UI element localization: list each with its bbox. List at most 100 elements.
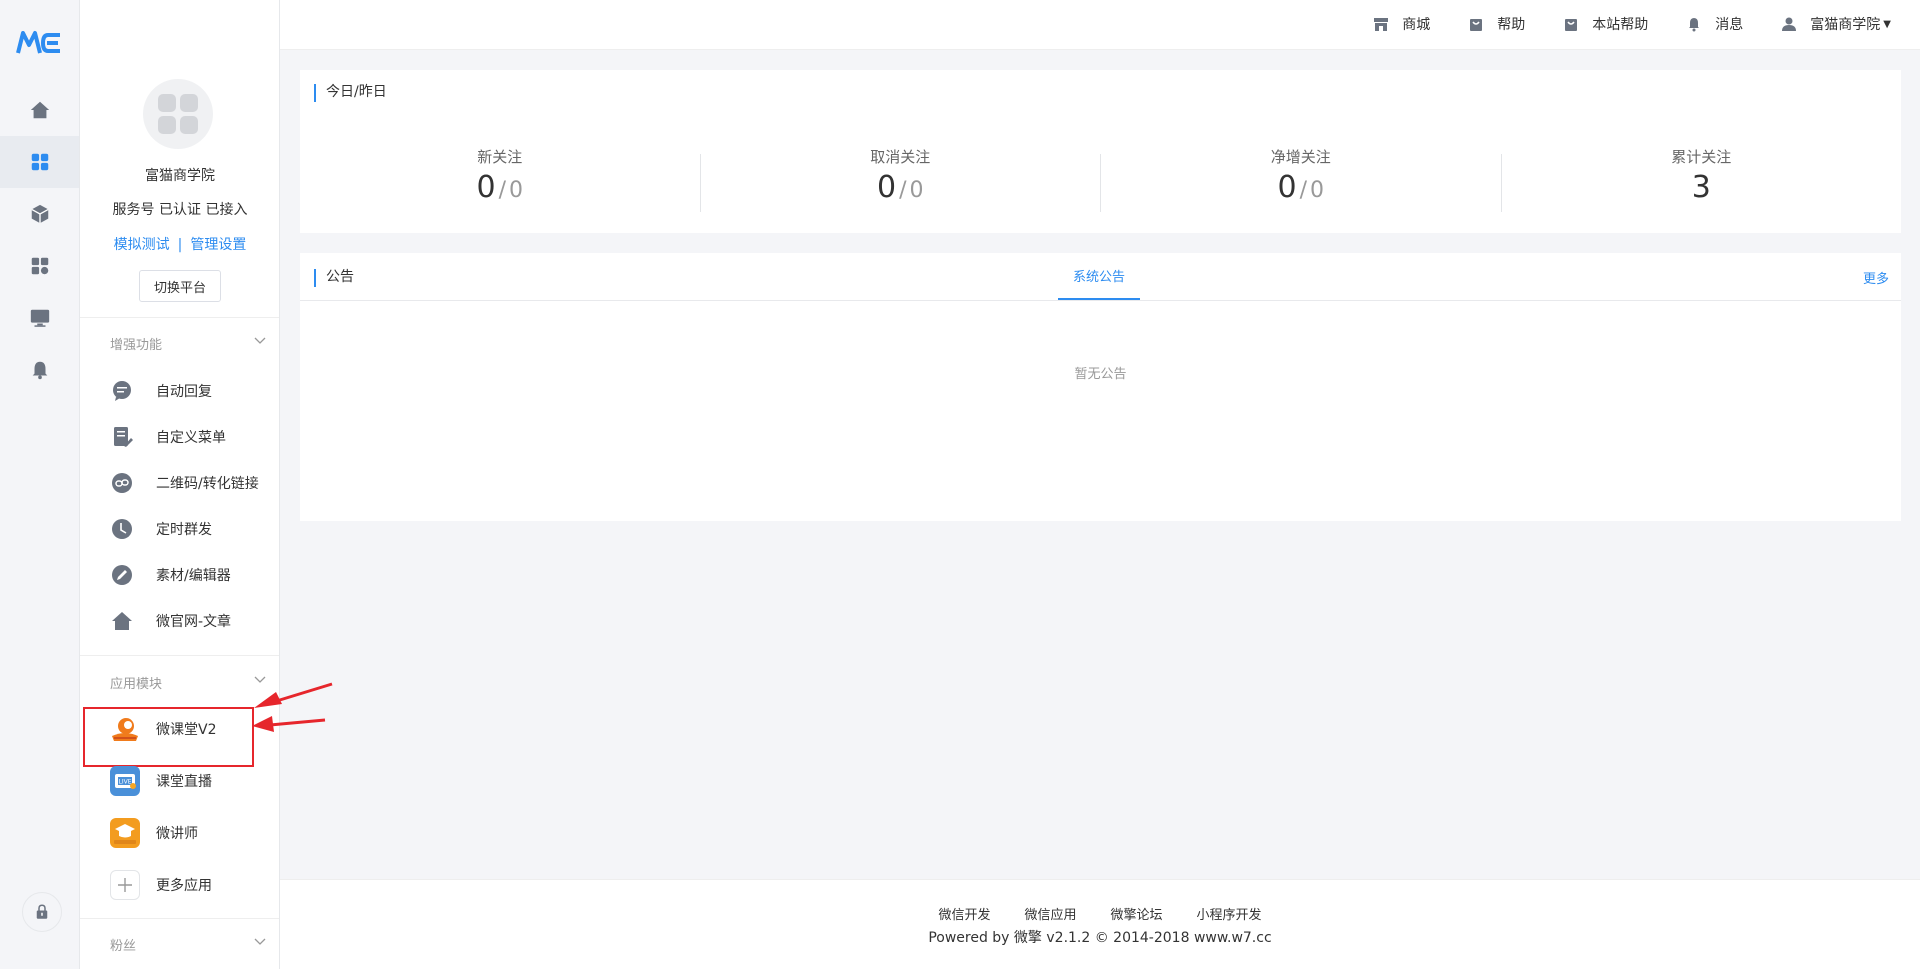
rail-monitor[interactable]: [0, 292, 79, 344]
svg-text:LIVE: LIVE: [118, 779, 131, 786]
footer-link[interactable]: 微信开发: [938, 904, 990, 923]
enhanced-section: 增强功能 自动回复 自定义菜单 二维码/转化链接 定时群发 素材/编辑器 微官网…: [80, 318, 279, 644]
clock-icon: [110, 517, 134, 541]
stat-total-follows: 累计关注 3: [1502, 148, 1902, 212]
copyright: Powered by 微擎 v2.1.2 © 2014-2018 www.w7.…: [928, 930, 1272, 946]
simulate-test-link[interactable]: 模拟测试: [114, 237, 170, 253]
menu-item-micro-site[interactable]: 微官网-文章: [80, 598, 279, 644]
tab-system-notice[interactable]: 系统公告: [1058, 253, 1140, 300]
stat-yesterday: 0: [509, 178, 523, 203]
icon-rail: [0, 0, 80, 969]
wei-ketang-app-icon: [110, 714, 140, 744]
rail-home[interactable]: [0, 84, 79, 136]
app-item-label: 更多应用: [156, 878, 212, 894]
menu-item-label: 自定义菜单: [156, 430, 226, 446]
app-item-wei-ketang[interactable]: 微课堂V2: [80, 703, 279, 755]
avatar: [143, 79, 213, 149]
section-header[interactable]: 粉丝: [80, 919, 279, 969]
grid-icon: [158, 94, 198, 134]
stat-label: 净增关注: [1270, 148, 1331, 166]
stats-card: 今日/昨日 新关注 0/0 取消关注 0/0 净增关注 0/0 累计关注 3: [300, 70, 1901, 233]
messages-label: 消息: [1715, 17, 1744, 33]
grid-icon: [31, 153, 48, 171]
account-name: 富猫商学院: [145, 168, 215, 184]
section-header[interactable]: 增强功能: [80, 318, 279, 368]
menu-item-label: 定时群发: [156, 522, 212, 538]
stat-separator: /: [899, 178, 907, 203]
card-title: 公告: [314, 269, 354, 287]
rail-apps[interactable]: [0, 136, 79, 188]
help-link[interactable]: 帮助: [1468, 14, 1525, 34]
stat-yesterday: 0: [909, 178, 924, 203]
empty-notice-text: 暂无公告: [1074, 367, 1127, 382]
account-links: 模拟测试 | 管理设置: [80, 234, 280, 254]
lecturer-app-icon: [110, 818, 140, 848]
footer: 微信开发 微信应用 微擎论坛 小程序开发 Powered by 微擎 v2.1.…: [280, 879, 1920, 969]
rail-bell[interactable]: [0, 344, 79, 396]
stat-label: 累计关注: [1671, 148, 1732, 166]
user-menu[interactable]: 富猫商学院 ▼: [1781, 14, 1891, 34]
app-item-lecturer[interactable]: 微讲师: [80, 807, 279, 859]
card-title: 今日/昨日: [314, 84, 387, 102]
menu-item-scheduled-send[interactable]: 定时群发: [80, 506, 279, 552]
more-link[interactable]: 更多: [1863, 268, 1889, 287]
caret-down-icon: ▼: [1883, 18, 1891, 30]
stat-value: 3: [1502, 170, 1902, 206]
section-title: 应用模块: [110, 676, 163, 692]
link-separator: |: [177, 237, 183, 253]
user-icon: [1782, 17, 1797, 31]
menu-item-label: 自动回复: [156, 384, 212, 400]
top-links: 商城 帮助 本站帮助 消息 富猫商学院 ▼: [1335, 14, 1891, 34]
app-item-live-class[interactable]: LIVE 课堂直播: [80, 755, 279, 807]
stat-label: 新关注: [477, 148, 523, 166]
app-item-more-apps[interactable]: 更多应用: [80, 859, 279, 911]
stat-separator: /: [498, 178, 506, 203]
menu-item-auto-reply[interactable]: 自动回复: [80, 368, 279, 414]
stat-value: 0/0: [300, 170, 700, 209]
chevron-down-icon: [254, 938, 266, 945]
rail-box[interactable]: [0, 188, 79, 240]
menu-item-label: 微官网-文章: [156, 614, 232, 630]
menu-item-label: 二维码/转化链接: [156, 476, 259, 492]
rail-modules[interactable]: [0, 240, 79, 292]
plus-icon: [110, 870, 140, 900]
section-header[interactable]: 应用模块: [80, 667, 279, 697]
stat-value: 0/0: [701, 170, 1101, 209]
footer-link[interactable]: 微信应用: [1024, 904, 1076, 923]
footer-link[interactable]: 微擎论坛: [1111, 904, 1163, 923]
stat-new-follows: 新关注 0/0: [300, 148, 701, 212]
app-item-label: 课堂直播: [156, 774, 212, 790]
stat-separator: /: [1299, 178, 1307, 203]
stat-net-follows: 净增关注 0/0: [1101, 148, 1502, 212]
store-link[interactable]: 商城: [1373, 14, 1430, 34]
menu-item-custom-menu[interactable]: 自定义菜单: [80, 414, 279, 460]
messages-link[interactable]: 消息: [1686, 14, 1743, 34]
menu-item-qrcode[interactable]: 二维码/转化链接: [80, 460, 279, 506]
menu-item-materials[interactable]: 素材/编辑器: [80, 552, 279, 598]
footer-link[interactable]: 小程序开发: [1197, 904, 1262, 923]
stat-today: 0: [1277, 170, 1297, 205]
lock-icon: [36, 904, 48, 919]
monitor-icon: [30, 309, 49, 327]
stat-value: 0/0: [1101, 170, 1501, 209]
site-help-label: 本站帮助: [1592, 17, 1649, 33]
store-icon: [1374, 18, 1389, 31]
lock-button[interactable]: [22, 892, 62, 932]
user-name: 富猫商学院: [1810, 17, 1881, 33]
stat-label: 取消关注: [870, 148, 931, 166]
modules-icon: [31, 257, 48, 275]
fans-section: 粉丝: [80, 918, 279, 969]
bag-icon: [1470, 19, 1483, 31]
bag-icon: [1565, 19, 1578, 31]
chevron-down-icon: [254, 337, 266, 344]
logo[interactable]: [0, 0, 79, 84]
edit-document-icon: [110, 425, 134, 449]
stats-row: 新关注 0/0 取消关注 0/0 净增关注 0/0 累计关注 3: [300, 136, 1901, 230]
notice-card: 公告 系统公告 更多 暂无公告: [300, 253, 1901, 521]
help-label: 帮助: [1497, 17, 1526, 33]
logo-icon: [15, 31, 60, 54]
site-help-link[interactable]: 本站帮助: [1563, 14, 1648, 34]
switch-platform-button[interactable]: 切换平台: [139, 270, 221, 302]
manage-settings-link[interactable]: 管理设置: [190, 237, 246, 253]
box-icon: [30, 204, 49, 224]
